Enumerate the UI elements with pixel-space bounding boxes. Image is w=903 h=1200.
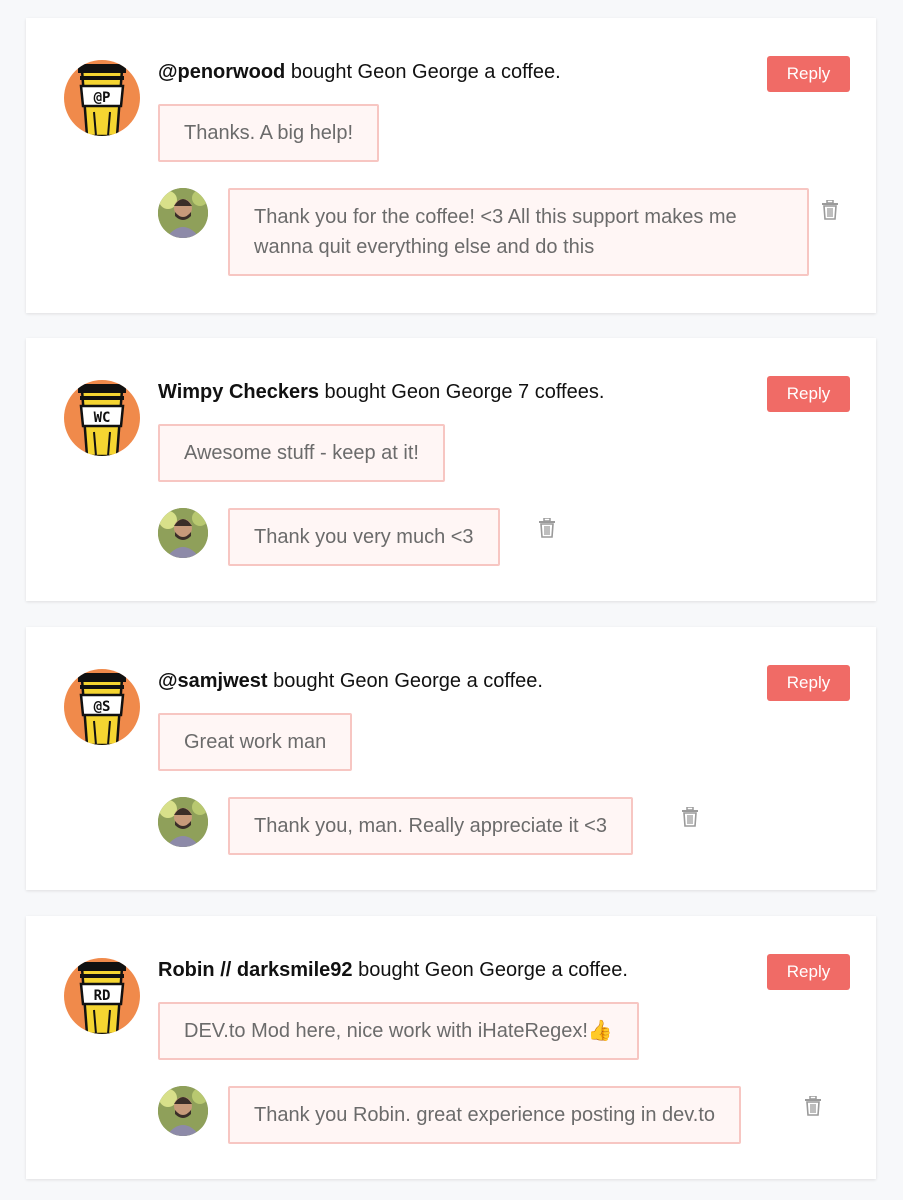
trash-icon[interactable] [821,200,839,220]
supporter-initials: @P [94,90,111,106]
supporter-message: Great work man [158,713,353,771]
reply-button[interactable]: Reply [767,665,850,701]
coffee-cup-icon: @S [78,673,126,745]
trash-icon[interactable] [538,518,556,538]
creator-avatar [158,188,208,238]
supporter-initials: RD [94,988,111,1004]
coffee-cup-icon: RD [78,962,126,1034]
coffee-cup-icon: WC [78,384,126,456]
supporter-headline: Robin // darksmile92 bought Geon George … [158,958,628,982]
supporter-name[interactable]: @samjwest [158,670,268,692]
supporter-card: WC Wimpy Checkers bought Geon George 7 c… [26,338,876,601]
supporter-action: bought Geon George a coffee. [267,670,543,692]
supporter-action: bought Geon George a coffee. [352,959,628,981]
supporter-card: @P @penorwood bought Geon George a coffe… [26,18,876,313]
coffee-cup-icon: @P [78,64,126,136]
creator-reply: Thank you Robin. great experience postin… [228,1086,742,1144]
supporter-name[interactable]: Wimpy Checkers [158,381,319,403]
supporter-card: RD Robin // darksmile92 bought Geon Geor… [26,916,876,1179]
supporter-headline: @samjwest bought Geon George a coffee. [158,669,543,693]
reply-button[interactable]: Reply [767,56,850,92]
supporter-message: DEV.to Mod here, nice work with iHateReg… [158,1002,639,1060]
creator-avatar [158,508,208,558]
supporter-headline: Wimpy Checkers bought Geon George 7 coff… [158,380,604,404]
supporter-message: Awesome stuff - keep at it! [158,424,445,482]
creator-avatar [158,797,208,847]
supporter-name[interactable]: Robin // darksmile92 [158,959,353,981]
supporter-initials: WC [94,410,111,426]
trash-icon[interactable] [681,807,699,827]
supporter-card: @S @samjwest bought Geon George a coffee… [26,627,876,890]
creator-reply: Thank you, man. Really appreciate it <3 [228,797,633,855]
supporter-avatar: RD [64,958,140,1034]
supporter-initials: @S [94,699,111,715]
creator-reply: Thank you very much <3 [228,508,500,566]
supporter-message: Thanks. A big help! [158,104,380,162]
reply-button[interactable]: Reply [767,954,850,990]
supporter-avatar: @S [64,669,140,745]
supporter-action: bought Geon George a coffee. [285,61,561,83]
creator-avatar [158,1086,208,1136]
supporter-avatar: @P [64,60,140,136]
supporter-name[interactable]: @penorwood [158,61,285,83]
supporter-headline: @penorwood bought Geon George a coffee. [158,60,561,84]
trash-icon[interactable] [804,1096,822,1116]
creator-reply: Thank you for the coffee! <3 All this su… [228,188,809,276]
supporter-action: bought Geon George 7 coffees. [319,381,605,403]
reply-button[interactable]: Reply [767,376,850,412]
supporter-avatar: WC [64,380,140,456]
